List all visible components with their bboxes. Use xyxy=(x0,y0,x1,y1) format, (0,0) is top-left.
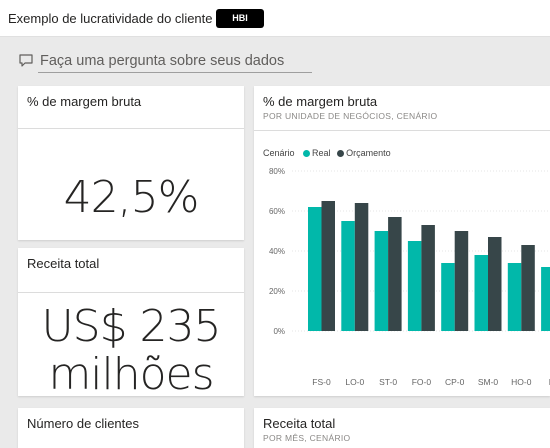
bar-real-sm-0[interactable] xyxy=(474,255,489,331)
sensitivity-badge[interactable]: HBI xyxy=(216,9,264,28)
revenue-month-subtitle: POR MÊS, CENÁRIO xyxy=(263,433,351,443)
tile-divider xyxy=(18,128,244,129)
bar-orcamento-ho-0[interactable] xyxy=(521,245,535,331)
revenue-kpi-value-line1: US$ 235 xyxy=(41,301,221,352)
y-tick-label: 20% xyxy=(269,287,285,296)
y-tick-label: 0% xyxy=(273,327,285,336)
bar-orcamento-st-0[interactable] xyxy=(388,217,402,331)
y-tick-label: 40% xyxy=(269,247,285,256)
bar-real-fs-0[interactable] xyxy=(308,207,322,331)
bar-orcamento-lo-0[interactable] xyxy=(354,203,369,331)
margin-kpi-value: 42,5% xyxy=(63,172,200,223)
revenue-kpi-tile[interactable]: Receita total US$ 235 milhões xyxy=(18,248,244,396)
bar-real-st-0[interactable] xyxy=(374,231,389,331)
bar-orcamento-cp-0[interactable] xyxy=(454,231,469,331)
bar-orcamento-fs-0[interactable] xyxy=(321,201,336,331)
x-tick-label: HO-0 xyxy=(511,377,532,387)
x-tick-label: ST-0 xyxy=(379,377,397,387)
x-tick-label: FO-0 xyxy=(412,377,432,387)
customers-tile[interactable]: Número de clientes xyxy=(18,408,244,448)
bar-real-ho-0[interactable] xyxy=(507,263,522,331)
chat-bubble-icon xyxy=(18,52,36,68)
bar-real-cp-0[interactable] xyxy=(441,263,455,331)
revenue-month-title: Receita total xyxy=(263,416,336,431)
report-header: Exemplo de lucratividade do cliente HBI xyxy=(0,0,550,37)
revenue-month-tile[interactable]: Receita total POR MÊS, CENÁRIO xyxy=(254,408,550,448)
report-title: Exemplo de lucratividade do cliente xyxy=(8,11,213,26)
revenue-kpi-title: Receita total xyxy=(27,256,100,271)
margin-bar-chart: 80% 60% 40% 20% 0% FS-0 LO-0 ST-0 FO-0 CP-0 SM-0 HO… xyxy=(269,167,550,387)
margin-kpi-title: % de margem bruta xyxy=(27,94,142,109)
y-tick-label: 80% xyxy=(269,167,285,176)
qa-input[interactable] xyxy=(38,50,312,73)
qa-bar xyxy=(18,50,312,74)
x-tick-label: SM-0 xyxy=(478,377,499,387)
y-tick-label: 60% xyxy=(269,207,285,216)
margin-chart-tile[interactable]: % de margem bruta POR UNIDADE DE NEGÓCIO… xyxy=(254,86,550,396)
bar-real-pu[interactable] xyxy=(541,267,550,331)
bar-real-lo-0[interactable] xyxy=(341,221,355,331)
customers-title: Número de clientes xyxy=(27,416,139,431)
bar-orcamento-fo-0[interactable] xyxy=(421,225,435,331)
bar-orcamento-sm-0[interactable] xyxy=(488,237,502,331)
x-tick-label: FS-0 xyxy=(312,377,331,387)
revenue-kpi-value-line2: milhões xyxy=(48,349,214,396)
x-tick-label: CP-0 xyxy=(445,377,465,387)
margin-kpi-tile[interactable]: % de margem bruta 42,5% xyxy=(18,86,244,240)
x-tick-label: LO-0 xyxy=(345,377,364,387)
bar-real-fo-0[interactable] xyxy=(407,241,422,331)
tile-divider xyxy=(18,292,244,293)
